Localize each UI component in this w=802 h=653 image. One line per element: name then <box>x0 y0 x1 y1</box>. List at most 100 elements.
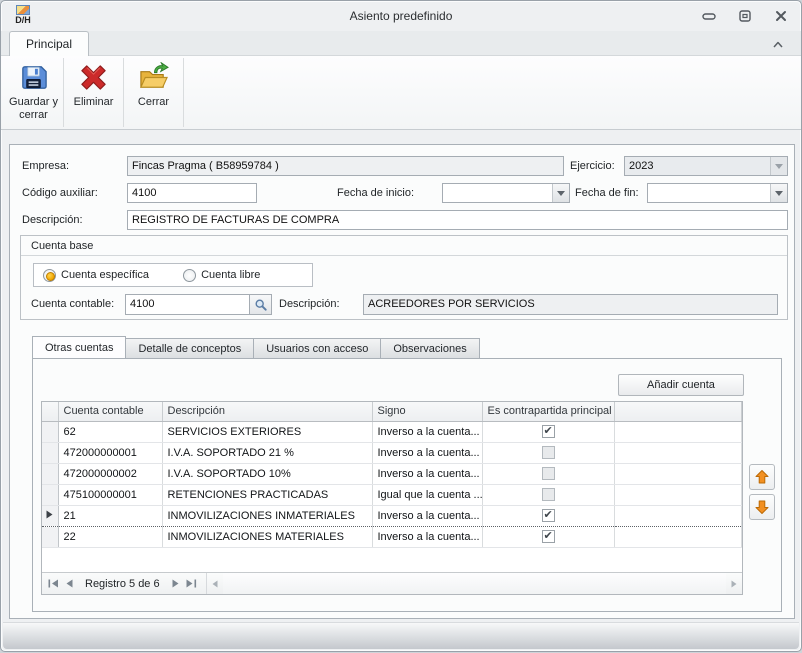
cell-signo[interactable]: Inverso a la cuenta... <box>372 505 482 526</box>
tab-observaciones[interactable]: Observaciones <box>381 338 479 359</box>
window-title: Asiento predefinido <box>1 9 801 23</box>
tab-otras-cuentas[interactable]: Otras cuentas <box>32 336 126 359</box>
col-signo[interactable]: Signo <box>372 402 482 421</box>
tab-detalle-de-conceptos[interactable]: Detalle de conceptos <box>126 338 254 359</box>
col-cuenta-contable[interactable]: Cuenta contable <box>58 402 162 421</box>
ribbon: Guardar y cerrar Eliminar Cerrar <box>1 56 801 130</box>
grid-body: 62 SERVICIOS EXTERIORES Inverso a la cue… <box>42 421 742 547</box>
arrow-down-icon <box>754 499 770 515</box>
chevron-down-icon <box>775 164 783 169</box>
cuenta-contable-input[interactable]: 4100 <box>125 294 250 315</box>
cuenta-contable-search-button[interactable] <box>250 294 272 315</box>
cell-descripcion[interactable]: RETENCIONES PRACTICADAS <box>162 484 372 505</box>
scroll-left-icon <box>212 580 218 588</box>
cell-cuenta-contable[interactable]: 472000000002 <box>58 463 162 484</box>
scroll-left-button[interactable] <box>207 573 223 594</box>
contrapartida-checkbox[interactable] <box>542 488 555 501</box>
table-row[interactable]: 22 INMOVILIZACIONES MATERIALES Inverso a… <box>42 526 742 547</box>
arrow-up-icon <box>754 469 770 485</box>
ejercicio-combo[interactable]: 2023 <box>624 156 788 176</box>
cell-filler <box>614 505 742 526</box>
radio-cuenta-libre-label: Cuenta libre <box>201 269 260 281</box>
scroll-right-button[interactable] <box>726 573 742 594</box>
cell-descripcion[interactable]: I.V.A. SOPORTADO 21 % <box>162 442 372 463</box>
horizontal-scrollbar[interactable] <box>206 573 742 594</box>
row-indicator-header <box>42 402 58 421</box>
radio-icon <box>43 269 56 282</box>
prev-record-button[interactable] <box>61 576 77 592</box>
ribbon-tab-principal[interactable]: Principal <box>9 31 89 56</box>
codigo-auxiliar-input[interactable]: 4100 <box>127 183 257 203</box>
save-icon <box>18 62 49 93</box>
delete-icon <box>78 62 109 93</box>
table-row[interactable]: 472000000002 I.V.A. SOPORTADO 10% Invers… <box>42 463 742 484</box>
cell-cuenta-contable[interactable]: 22 <box>58 526 162 547</box>
fecha-fin-combo[interactable] <box>647 183 788 203</box>
maximize-button[interactable] <box>735 8 755 24</box>
cell-signo[interactable]: Inverso a la cuenta... <box>372 463 482 484</box>
contrapartida-checkbox[interactable] <box>542 509 555 522</box>
cell-es-contrapartida <box>482 442 614 463</box>
ejercicio-dropdown-button[interactable] <box>770 157 787 175</box>
anadir-cuenta-button[interactable]: Añadir cuenta <box>618 374 744 396</box>
cell-cuenta-contable[interactable]: 472000000001 <box>58 442 162 463</box>
cell-signo[interactable]: Inverso a la cuenta... <box>372 442 482 463</box>
move-row-down-button[interactable] <box>749 494 775 520</box>
fecha-fin-dropdown-button[interactable] <box>770 184 787 202</box>
window: D/H Asiento predefinido Principal <box>0 0 802 652</box>
cell-filler <box>614 442 742 463</box>
eliminar-button[interactable]: Eliminar <box>64 56 123 129</box>
cell-descripcion[interactable]: I.V.A. SOPORTADO 10% <box>162 463 372 484</box>
cell-signo[interactable]: Igual que la cuenta ... <box>372 484 482 505</box>
fecha-inicio-combo[interactable] <box>442 183 570 203</box>
col-filler <box>614 402 742 421</box>
first-record-button[interactable] <box>45 576 61 592</box>
cell-es-contrapartida <box>482 505 614 526</box>
cell-signo[interactable]: Inverso a la cuenta... <box>372 421 482 442</box>
close-icon <box>775 10 787 22</box>
minimize-button[interactable] <box>699 8 719 24</box>
cerrar-button[interactable]: Cerrar <box>124 56 183 129</box>
col-es-contrapartida[interactable]: Es contrapartida principal <box>482 402 614 421</box>
cell-descripcion[interactable]: INMOVILIZACIONES INMATERIALES <box>162 505 372 526</box>
cell-descripcion[interactable]: INMOVILIZACIONES MATERIALES <box>162 526 372 547</box>
cell-cuenta-contable[interactable]: 62 <box>58 421 162 442</box>
last-record-button[interactable] <box>184 576 200 592</box>
table-row[interactable]: 62 SERVICIOS EXTERIORES Inverso a la cue… <box>42 421 742 442</box>
table-row[interactable]: 475100000001 RETENCIONES PRACTICADAS Igu… <box>42 484 742 505</box>
current-row-arrow-icon <box>46 510 53 519</box>
radio-cuenta-especifica[interactable]: Cuenta específica <box>43 269 149 282</box>
cell-signo[interactable]: Inverso a la cuenta... <box>372 526 482 547</box>
cell-filler <box>614 421 742 442</box>
descripcion-input[interactable]: REGISTRO DE FACTURAS DE COMPRA <box>127 210 788 230</box>
contrapartida-checkbox[interactable] <box>542 530 555 543</box>
cuenta-base-descripcion-field: ACREEDORES POR SERVICIOS <box>363 294 778 315</box>
fecha-inicio-dropdown-button[interactable] <box>552 184 569 202</box>
row-indicator-cell <box>42 505 58 526</box>
next-record-icon <box>172 579 179 588</box>
radio-icon <box>183 269 196 282</box>
collapse-ribbon-button[interactable] <box>771 37 787 51</box>
scrollbar-track[interactable] <box>223 573 726 594</box>
contrapartida-checkbox[interactable] <box>542 467 555 480</box>
col-descripcion[interactable]: Descripción <box>162 402 372 421</box>
tab-usuarios-con-acceso[interactable]: Usuarios con acceso <box>254 338 381 359</box>
chevron-up-icon <box>771 38 785 50</box>
row-indicator-cell <box>42 421 58 442</box>
empresa-label: Empresa: <box>22 156 69 176</box>
contrapartida-checkbox[interactable] <box>542 425 555 438</box>
close-button[interactable] <box>771 8 791 24</box>
minimize-icon <box>702 11 716 21</box>
guardar-y-cerrar-button[interactable]: Guardar y cerrar <box>4 56 63 129</box>
cell-descripcion[interactable]: SERVICIOS EXTERIORES <box>162 421 372 442</box>
cell-cuenta-contable[interactable]: 475100000001 <box>58 484 162 505</box>
table-row[interactable]: 472000000001 I.V.A. SOPORTADO 21 % Inver… <box>42 442 742 463</box>
move-row-up-button[interactable] <box>749 464 775 490</box>
next-record-button[interactable] <box>168 576 184 592</box>
row-indicator-cell <box>42 526 58 547</box>
radio-cuenta-libre[interactable]: Cuenta libre <box>183 269 260 282</box>
contrapartida-checkbox[interactable] <box>542 446 555 459</box>
first-record-icon <box>48 579 59 588</box>
cell-cuenta-contable[interactable]: 21 <box>58 505 162 526</box>
table-row[interactable]: 21 INMOVILIZACIONES INMATERIALES Inverso… <box>42 505 742 526</box>
